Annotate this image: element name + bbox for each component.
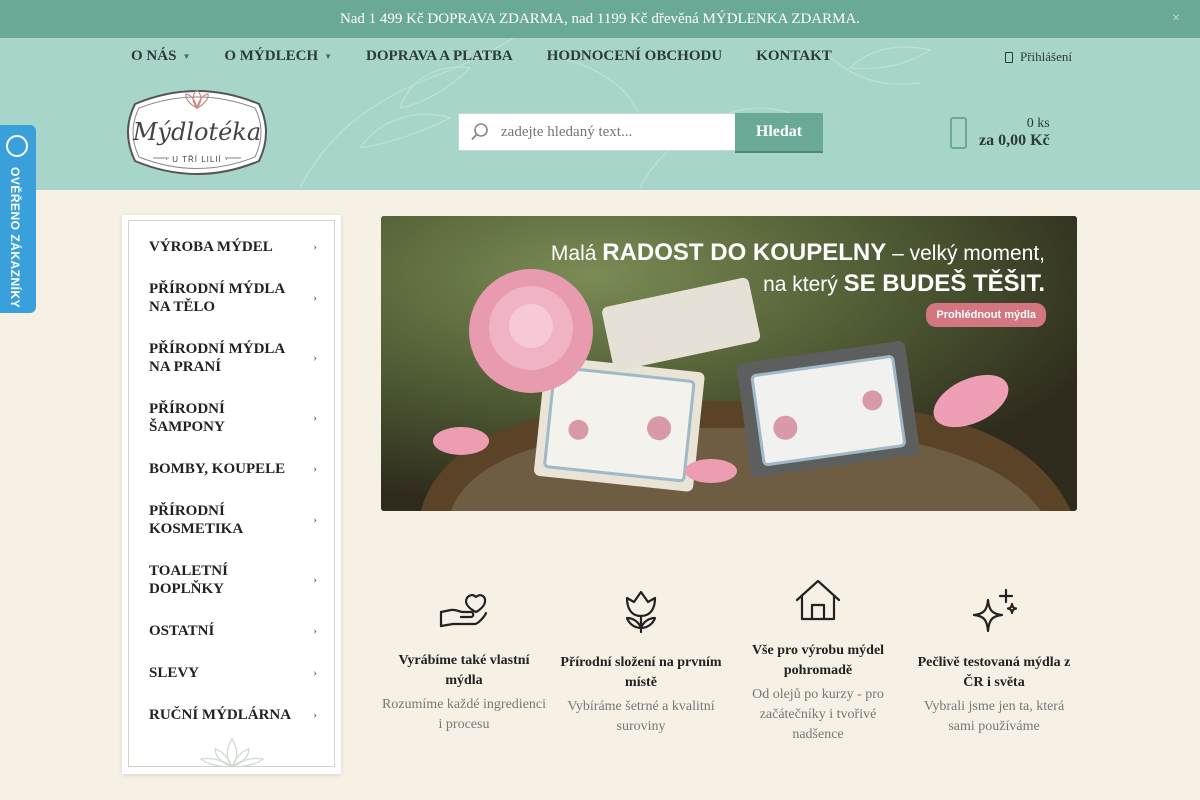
feature-title: Přírodní složení na prvním místě — [560, 655, 722, 690]
chevron-right-icon: › — [313, 709, 317, 721]
chevron-right-icon: › — [313, 241, 317, 253]
search-button[interactable]: Hledat — [735, 113, 823, 153]
category-other[interactable]: OSTATNÍ › — [149, 622, 329, 640]
chevron-right-icon: › — [313, 667, 317, 679]
nav-item-label: HODNOCENÍ OBCHODU — [546, 48, 723, 64]
close-icon[interactable]: × — [1172, 0, 1180, 38]
nav-item-contact[interactable]: KONTAKT — [756, 48, 832, 65]
chevron-right-icon: › — [313, 574, 317, 586]
nav-item-label: O MÝDLECH — [224, 48, 319, 64]
banner-headline: Malá RADOST DO KOUPELNY – velký moment, … — [551, 238, 1045, 300]
category-label: PŘÍRODNÍ ŠAMPONY — [149, 401, 225, 435]
category-label: PŘÍRODNÍ MÝDLA NA PRANÍ — [149, 341, 285, 375]
category-label: TOALETNÍ DOPLŇKY — [149, 563, 228, 597]
nav-item-reviews[interactable]: HODNOCENÍ OBCHODU — [547, 48, 722, 65]
tulip-icon — [625, 590, 657, 634]
nav-item-label: O NÁS — [131, 48, 177, 64]
category-label: PŘÍRODNÍ KOSMETIKA — [149, 503, 244, 537]
feature-natural-ingredients: Přírodní složení na prvním místě Vybírám… — [556, 588, 726, 737]
announcement-text: Nad 1 499 Kč DOPRAVA ZDARMA, nad 1199 Kč… — [339, 11, 861, 27]
badge-label: OVĚŘENO ZÁKAZNÍKY — [8, 167, 22, 309]
feature-title: Vyrábíme také vlastní mýdla — [398, 653, 530, 688]
nav-item-label: KONTAKT — [756, 48, 832, 64]
chevron-right-icon: › — [313, 412, 317, 424]
category-label: VÝROBA MÝDEL — [149, 239, 273, 255]
banner-text-bold: SE BUDEŠ TĚŠIT. — [843, 270, 1045, 297]
category-cosmetics[interactable]: PŘÍRODNÍ KOSMETIKA › — [149, 502, 317, 538]
chevron-right-icon: › — [313, 352, 317, 364]
search-form: Hledat — [458, 113, 823, 153]
chevron-right-icon: › — [313, 463, 317, 475]
category-label: OSTATNÍ — [149, 623, 215, 639]
lotus-decoration-icon — [199, 737, 265, 766]
category-body-soaps[interactable]: PŘÍRODNÍ MÝDLA NA TĚLO › — [149, 280, 317, 316]
cart-total: za 0,00 Kč — [979, 132, 1050, 149]
header: O NÁS ▼ O MÝDLECH ▼ DOPRAVA A PLATBA HOD… — [0, 38, 1200, 190]
category-label: PŘÍRODNÍ MÝDLA NA TĚLO — [149, 281, 285, 315]
chevron-right-icon: › — [313, 292, 317, 304]
chevron-down-icon: ▼ — [324, 52, 333, 61]
cart-icon — [950, 117, 967, 149]
nav-item-about-soaps[interactable]: O MÝDLECH ▼ — [224, 48, 332, 65]
login-label: Přihlášení — [1020, 49, 1072, 64]
hero-banner[interactable]: Malá RADOST DO KOUPELNY – velký moment, … — [381, 216, 1077, 511]
announcement-bar: Nad 1 499 Kč DOPRAVA ZDARMA, nad 1199 Kč… — [0, 0, 1200, 38]
category-laundry-soaps[interactable]: PŘÍRODNÍ MÝDLA NA PRANÍ › — [149, 340, 317, 376]
feature-text: Rozumíme každé ingredienci i procesu — [381, 697, 547, 732]
banner-text-bold: RADOST DO KOUPELNY — [602, 239, 887, 266]
category-list: VÝROBA MÝDEL › PŘÍRODNÍ MÝDLA NA TĚLO › … — [128, 220, 335, 767]
chevron-right-icon: › — [313, 514, 317, 526]
nav-item-label: DOPRAVA A PLATBA — [366, 48, 513, 64]
feature-tested-soaps: Pečlivě testovaná mýdla z ČR i světa Vyb… — [909, 588, 1079, 737]
hand-heart-icon — [439, 594, 488, 628]
category-label: RUČNÍ MÝDLÁRNA — [149, 707, 292, 723]
banner-text: Malá — [550, 242, 603, 265]
search-input[interactable] — [499, 122, 723, 142]
banner-cta-button[interactable]: Prohlédnout mýdla — [926, 303, 1046, 327]
heureka-seal-icon — [6, 135, 28, 157]
nav-item-about[interactable]: O NÁS ▼ — [131, 48, 190, 65]
banner-text: – velký moment, — [886, 242, 1045, 265]
category-label: BOMBY, KOUPELE — [149, 461, 286, 477]
cart-widget[interactable]: 0 ks za 0,00 Kč — [950, 116, 1050, 150]
category-sale[interactable]: SLEVY › — [149, 664, 329, 682]
house-icon — [795, 579, 841, 621]
search-icon — [471, 123, 488, 141]
category-toiletries[interactable]: TOALETNÍ DOPLŇKY › — [149, 562, 317, 598]
sparkles-icon — [972, 588, 1018, 633]
feature-title: Pečlivě testovaná mýdla z ČR i světa — [917, 655, 1071, 690]
feature-own-production: Vyrábíme také vlastní mýdla Rozumíme kaž… — [379, 588, 549, 735]
search-box — [458, 113, 735, 151]
feature-text: Od olejů po kurzy - pro začátečníky i tv… — [752, 687, 884, 742]
category-bath-bombs[interactable]: BOMBY, KOUPELE › — [149, 460, 329, 478]
svg-text:Mýdlotéka: Mýdlotéka — [132, 118, 261, 146]
banner-text: na který — [763, 273, 844, 296]
feature-everything-for-soapmaking: Vše pro výrobu mýdel pohromadě Od olejů … — [733, 578, 903, 745]
svg-text:· U TŘÍ LILIÍ ·: · U TŘÍ LILIÍ · — [165, 155, 228, 164]
login-link[interactable]: Přihlášení — [1005, 49, 1072, 65]
chevron-right-icon: › — [313, 625, 317, 637]
feature-title: Vše pro výrobu mýdel pohromadě — [751, 643, 885, 678]
cart-count: 0 ks — [1026, 116, 1050, 131]
category-handmade-soapery[interactable]: RUČNÍ MÝDLÁRNA › — [149, 706, 329, 724]
site-logo[interactable]: Mýdlotéka · U TŘÍ LILIÍ · — [123, 86, 271, 179]
chevron-down-icon: ▼ — [182, 52, 191, 61]
category-label: SLEVY — [149, 665, 200, 681]
lock-icon — [1005, 51, 1013, 63]
verified-by-customers-badge[interactable]: OVĚŘENO ZÁKAZNÍKY — [0, 125, 36, 313]
feature-text: Vybíráme šetrné a kvalitní suroviny — [567, 699, 715, 734]
category-shampoos[interactable]: PŘÍRODNÍ ŠAMPONY › — [149, 400, 317, 436]
category-soap-making[interactable]: VÝROBA MÝDEL › — [149, 238, 329, 256]
feature-text: Vybrali jsme jen ta, která sami používám… — [923, 699, 1065, 734]
category-sidebar: VÝROBA MÝDEL › PŘÍRODNÍ MÝDLA NA TĚLO › … — [122, 215, 341, 774]
nav-item-shipping[interactable]: DOPRAVA A PLATBA — [366, 48, 513, 65]
main-navigation: O NÁS ▼ O MÝDLECH ▼ DOPRAVA A PLATBA HOD… — [131, 48, 866, 65]
